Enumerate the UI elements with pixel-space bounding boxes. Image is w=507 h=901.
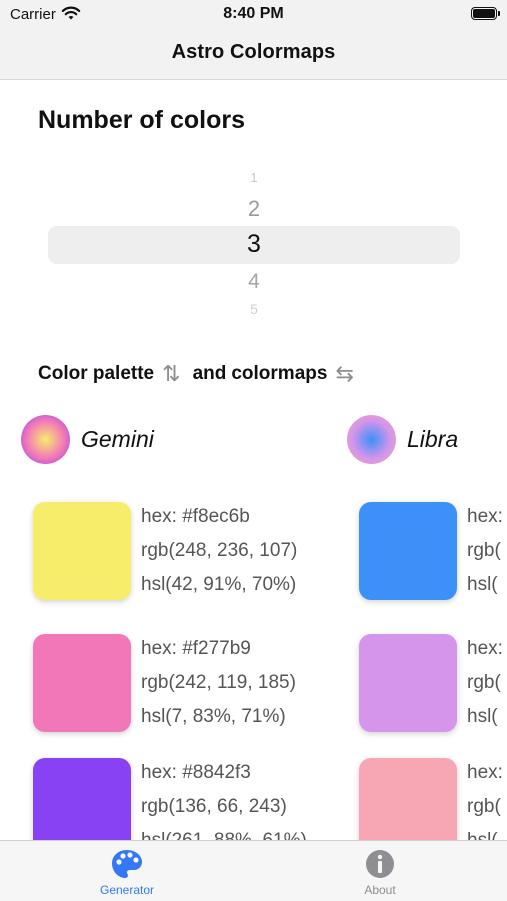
colormap-libra[interactable]: Libra: [347, 414, 458, 464]
info-icon: [366, 850, 394, 878]
hex-value: hex:: [467, 762, 503, 783]
hsl-value: hsl(: [467, 706, 498, 727]
arrow-up-down-icon[interactable]: ⇅: [162, 361, 180, 387]
rgb-value: rgb(: [467, 796, 501, 817]
libra-gradient-swatch: [347, 414, 396, 464]
palette-icon: [112, 850, 142, 878]
navigation-bar: Astro Colormaps: [0, 28, 507, 80]
rgb-value: rgb(248, 236, 107): [141, 540, 298, 561]
rgb-value: rgb(136, 66, 243): [141, 796, 287, 817]
picker-option-2[interactable]: 2: [48, 196, 460, 222]
status-bar: Carrier 8:40 PM: [0, 0, 507, 28]
color-swatch-card[interactable]: [359, 634, 457, 732]
picker-option-1[interactable]: 1: [48, 170, 460, 185]
colormap-name: Libra: [407, 425, 459, 452]
nav-title: Astro Colormaps: [171, 41, 336, 63]
picker-option-selected[interactable]: 3: [48, 230, 460, 259]
color-swatch-card[interactable]: [33, 502, 131, 600]
hsl-value: hsl(42, 91%, 70%): [141, 574, 297, 595]
tab-label: Generator: [99, 883, 155, 897]
arrow-left-right-icon[interactable]: ⇆: [335, 361, 353, 387]
hsl-value: hsl(7, 83%, 71%): [141, 706, 286, 727]
tab-label: About: [364, 883, 396, 897]
palette-controls: Color palette ⇅ and colormaps ⇆: [38, 360, 362, 388]
colormap-gemini[interactable]: Gemini: [21, 414, 154, 464]
tab-bar: Generator About: [0, 840, 507, 901]
number-of-colors-title: Number of colors: [38, 106, 245, 134]
battery-icon: [471, 7, 500, 20]
tab-about[interactable]: About: [320, 847, 440, 897]
picker-option-5[interactable]: 5: [48, 301, 460, 317]
colormap-name: Gemini: [81, 425, 154, 452]
hex-value: hex: #8842f3: [141, 762, 251, 783]
hsl-value: hsl(: [467, 574, 498, 595]
number-of-colors-picker[interactable]: 1 2 3 4 5: [48, 168, 460, 318]
color-swatch-card[interactable]: [359, 502, 457, 600]
and-label: and: [192, 363, 227, 384]
rgb-value: rgb(242, 119, 185): [141, 672, 296, 693]
color-swatch-card[interactable]: [33, 634, 131, 732]
rgb-value: rgb(: [467, 672, 501, 693]
clock: 8:40 PM: [223, 5, 284, 22]
picker-option-4[interactable]: 4: [48, 270, 460, 294]
color-palette-label: Color palette: [38, 363, 155, 384]
hex-value: hex: #f277b9: [141, 638, 251, 659]
rgb-value: rgb(: [467, 540, 501, 561]
hex-value: hex:: [467, 506, 503, 527]
hex-value: hex:: [467, 638, 503, 659]
tab-generator[interactable]: Generator: [67, 847, 187, 897]
colormaps-label: colormaps: [231, 363, 328, 384]
gemini-gradient-swatch: [21, 414, 70, 464]
hex-value: hex: #f8ec6b: [141, 506, 250, 527]
